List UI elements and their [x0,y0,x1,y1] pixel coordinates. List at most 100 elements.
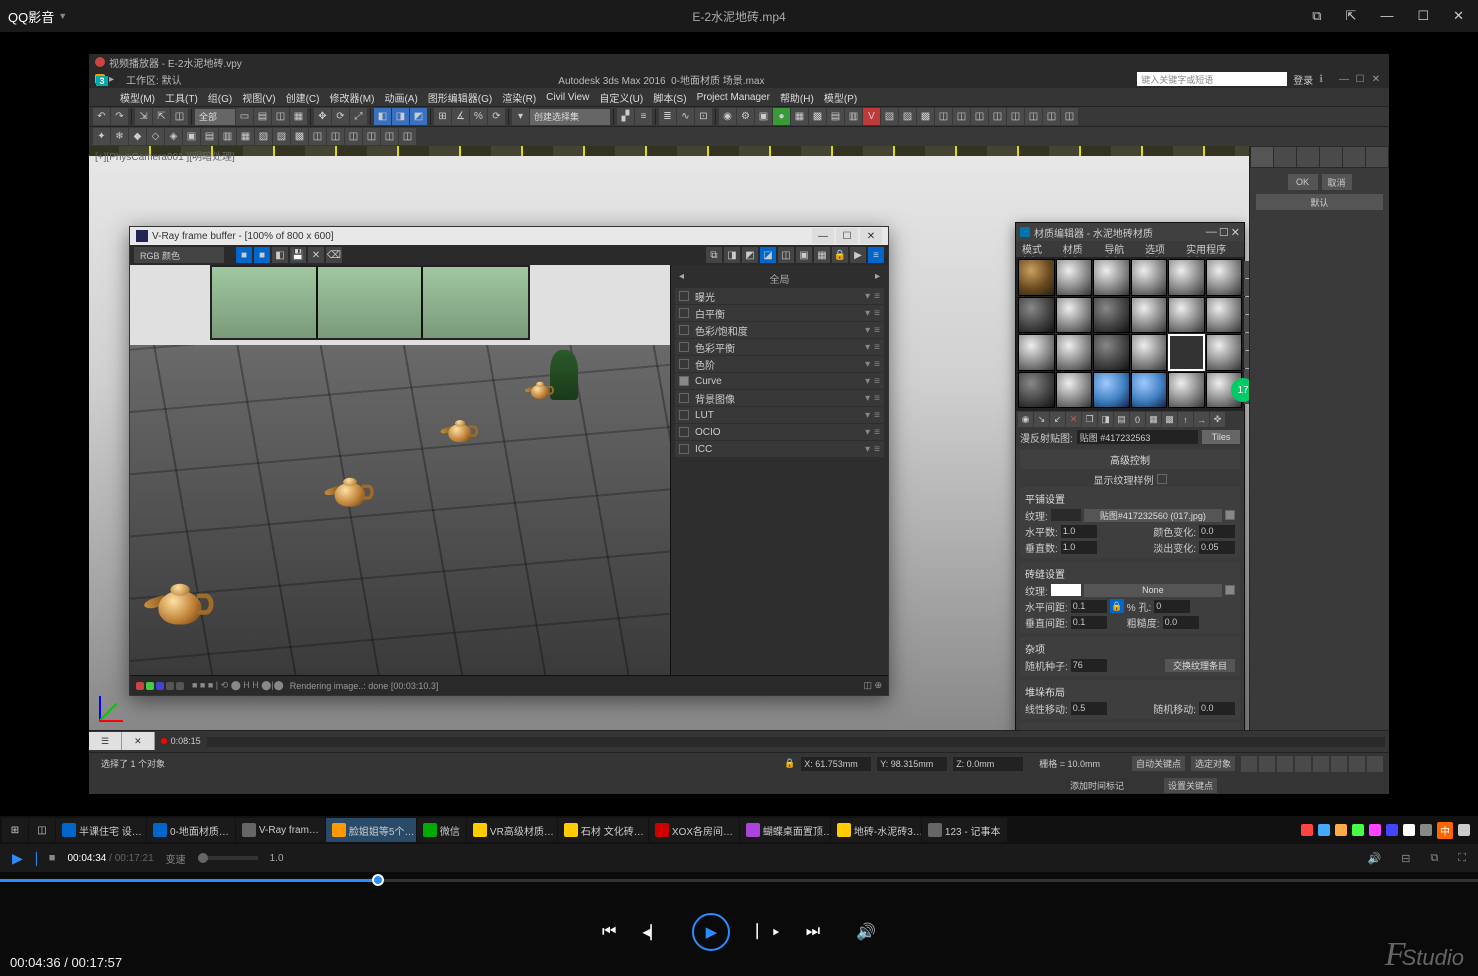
vfb-x-button[interactable]: ✕ [308,247,324,263]
unlink-button[interactable]: ⇱ [153,108,170,125]
checkbox-icon[interactable] [679,376,689,386]
tray-icon[interactable] [1301,824,1313,836]
t2-k[interactable]: ▨ [273,128,290,145]
menu-create[interactable]: 创建(C) [281,90,325,105]
rough-spinner[interactable]: 0.0 [1163,616,1199,629]
taskbar-item[interactable]: XOX各房间… [649,818,739,842]
hcount-spinner[interactable]: 1.0 [1061,525,1097,538]
menu-icon[interactable]: ≡ [874,376,880,387]
viewport-label[interactable]: [+][PhysCamera001 ][明暗处理] [95,148,235,163]
vfb-cc-row[interactable]: 色彩平衡▾≡ [675,339,884,355]
progress-bar[interactable] [0,872,1478,888]
tray-icon[interactable] [1386,824,1398,836]
vfb-render-button[interactable]: ▶ [850,247,866,263]
vfb-cc-row[interactable]: 色阶▾≡ [675,356,884,372]
pip-icon[interactable]: ⧉ [1430,852,1438,865]
checkbox-icon[interactable] [679,359,689,369]
task-app[interactable]: ◫ [29,818,55,842]
bind-button[interactable]: ◫ [171,108,188,125]
randshift-spinner[interactable]: 0.0 [1199,702,1235,715]
vfb-alpha-button[interactable]: ■ [254,247,270,263]
mat-menu-util[interactable]: 实用程序(U) [1182,241,1242,257]
max-timeline[interactable] [89,730,1389,752]
layers-button[interactable]: ≣ [659,108,676,125]
taskbar-item[interactable]: 0-地面材质… [147,818,235,842]
ime-indicator[interactable]: 中 [1437,822,1453,839]
link-button[interactable]: ⇲ [135,108,152,125]
tray-icon[interactable] [1403,824,1415,836]
mat-id-icon[interactable]: 0 [1130,412,1145,427]
mat-slot-selected[interactable] [1168,334,1205,371]
t2-c[interactable]: ◆ [129,128,146,145]
nav-d[interactable] [1295,756,1311,772]
curve-editor-button[interactable]: ∿ [677,108,694,125]
t2-j[interactable]: ▧ [255,128,272,145]
chevron-down-icon[interactable]: ▾ [865,325,870,336]
cmd-ok-button[interactable]: OK [1288,174,1318,190]
t2-l[interactable]: ▩ [291,128,308,145]
named-selection-input[interactable]: 创建选择集 [530,109,610,125]
mat-get-icon[interactable]: ◉ [1018,412,1033,427]
cmd-tab-hierarchy[interactable] [1297,147,1319,167]
vfb-side-header[interactable]: ◂全局▸ [675,269,884,288]
taskbar-item[interactable]: 脸姐姐等5个… [326,818,416,842]
taskbar-item[interactable]: VR高级材质… [467,818,557,842]
region-button[interactable]: ◫ [272,108,289,125]
vfb-cc-row[interactable]: 白平衡▾≡ [675,305,884,321]
scale-button[interactable]: ⤢ [350,108,367,125]
render-button[interactable]: ● [773,108,790,125]
forward-button[interactable]: ⎸▸ [756,923,779,941]
taskbar-item[interactable]: 微信 [417,818,466,842]
mat-copy-icon[interactable]: ❐ [1082,412,1097,427]
menu-rendering[interactable]: 渲染(R) [497,90,541,105]
mat-put-library-icon[interactable]: ▤ [1114,412,1129,427]
mat-slot[interactable] [1206,259,1243,296]
vfb-rgb-button[interactable]: ■ [236,247,252,263]
menu-modifiers[interactable]: 修改器(M) [324,90,379,105]
mat-slot[interactable] [1168,259,1205,296]
holes-spinner[interactable]: 0 [1154,600,1190,613]
mat-slot[interactable] [1206,297,1243,334]
gap-tex-checkbox[interactable] [1225,585,1235,595]
chevron-down-icon[interactable]: ▾ [865,376,870,387]
vfb-cc-row[interactable]: 曝光▾≡ [675,288,884,304]
vfb-clear-button[interactable]: ⌫ [326,247,342,263]
mat-slot[interactable] [1018,259,1055,296]
nav-b[interactable] [1259,756,1275,772]
tray-icon[interactable] [1369,824,1381,836]
checkbox-icon[interactable] [679,308,689,318]
move-button[interactable]: ✥ [314,108,331,125]
vp-tab-b[interactable]: ✕ [122,732,155,750]
t2-b[interactable]: ❄ [111,128,128,145]
mat-show-end-icon[interactable]: ▩ [1162,412,1177,427]
mat-slot[interactable] [1206,334,1243,371]
taskbar-item[interactable]: 蝴蝶桌面置顶… [740,818,830,842]
taskbar-item[interactable]: V-Ray fram… [236,818,325,842]
prev-button[interactable]: ⏮ [602,923,616,941]
tray-icon[interactable] [1352,824,1364,836]
coord-z[interactable]: Z: 0.0mm [953,757,1023,771]
pin-icon[interactable]: ⇱ [1340,4,1363,28]
mat-put-icon[interactable]: ↘ [1034,412,1049,427]
menu-icon[interactable]: ≡ [874,291,880,302]
workspace-selector[interactable]: 工作区: 默认 [122,72,186,87]
lock-icon[interactable]: 🔒 [784,758,795,769]
t2-o[interactable]: ◫ [345,128,362,145]
volume-main-icon[interactable]: 🔊 [856,922,876,942]
mat-make-unique-icon[interactable]: ◨ [1098,412,1113,427]
taskbar-item[interactable]: 石材 文化砖… [558,818,648,842]
t2-n[interactable]: ◫ [327,128,344,145]
tile-tex-swatch[interactable] [1051,509,1081,521]
nav-c[interactable] [1277,756,1293,772]
cmd-tab-create[interactable] [1251,147,1273,167]
mat-close-icon[interactable]: ✕ [1231,226,1240,239]
taskbar-item[interactable]: 地砖-水泥砖3… [831,818,921,842]
mat-uv-icon[interactable]: ▩ [1244,315,1249,332]
menu-animation[interactable]: 动画(A) [379,90,422,105]
swap-button[interactable]: 交换纹理条目 [1165,659,1235,672]
minimize-icon[interactable]: ― [1374,4,1399,28]
vfb-cc-row[interactable]: Curve▾≡ [675,373,884,389]
max-logo-icon[interactable] [91,72,113,90]
play-button[interactable]: ▶ [692,913,730,951]
vcount-spinner[interactable]: 1.0 [1061,541,1097,554]
